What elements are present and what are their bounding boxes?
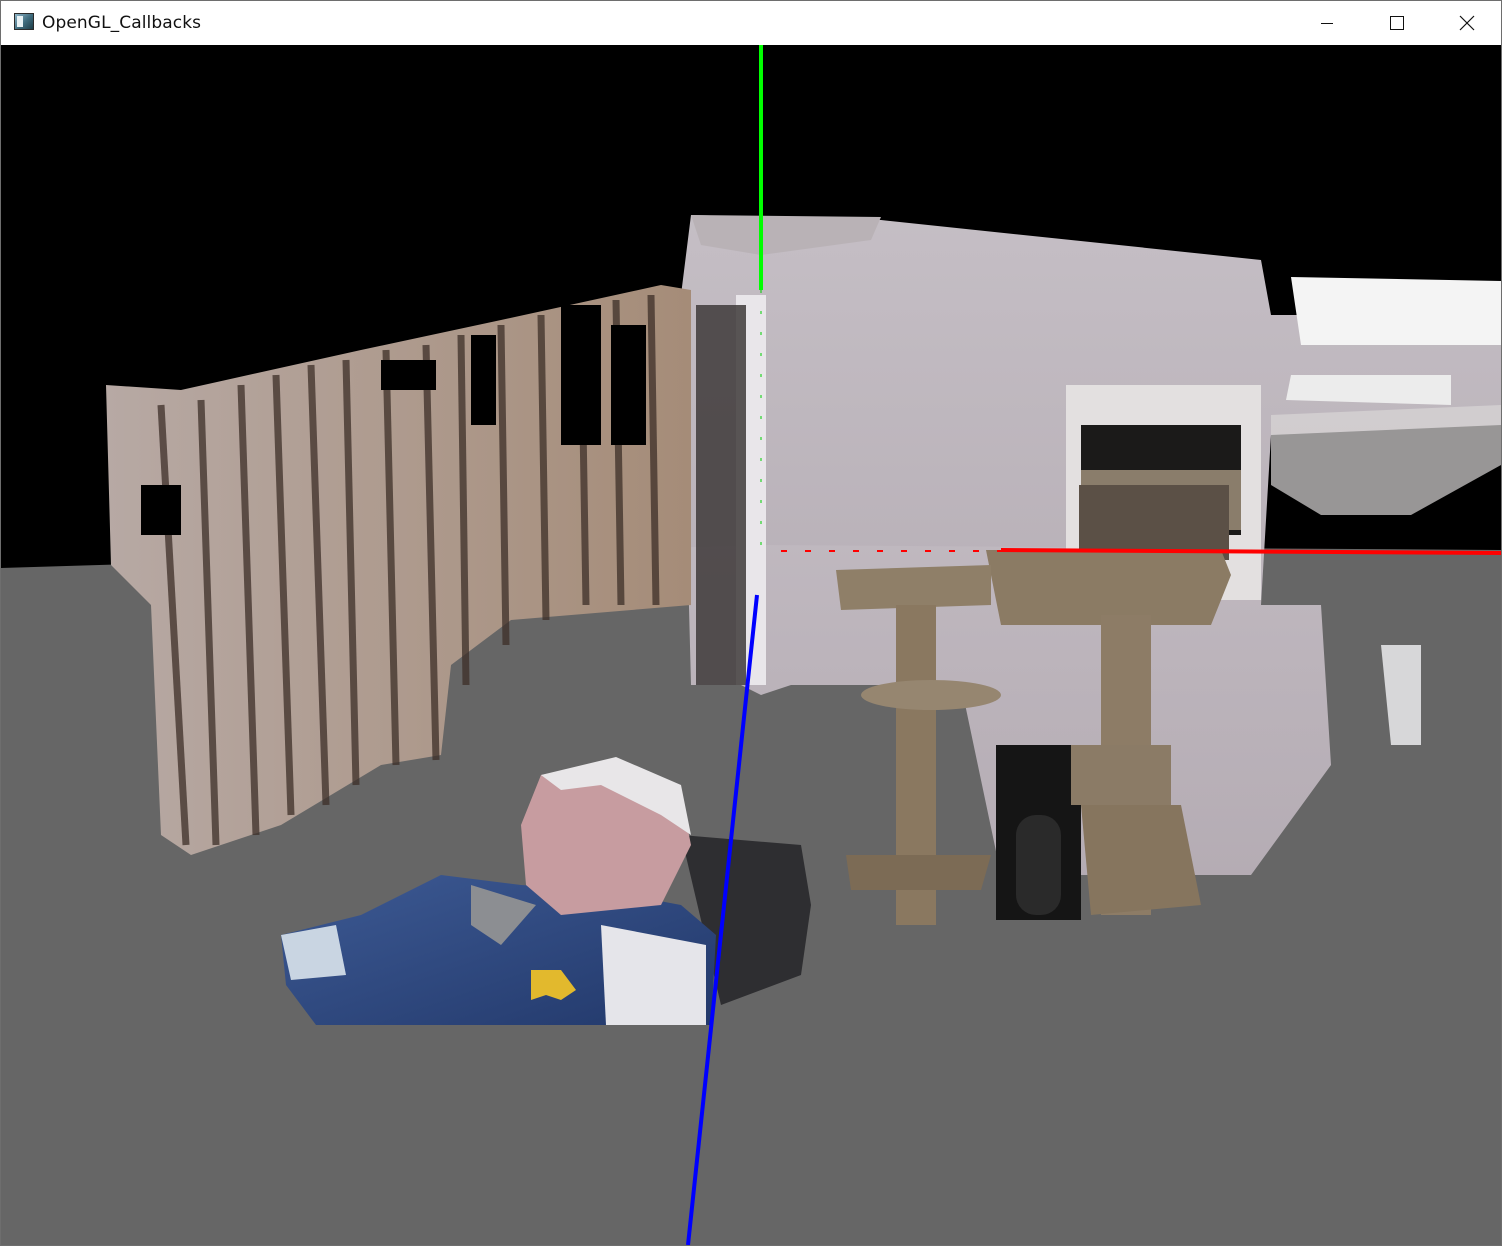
maximize-icon — [1390, 16, 1404, 30]
minimize-button[interactable] — [1292, 1, 1362, 45]
close-button[interactable] — [1432, 1, 1501, 45]
app-window: OpenGL_Callbacks — [0, 0, 1502, 1246]
maximize-button[interactable] — [1362, 1, 1432, 45]
point-cloud-scene — [1, 45, 1501, 1245]
minimize-icon — [1321, 23, 1333, 24]
window-title: OpenGL_Callbacks — [42, 13, 202, 33]
opengl-viewport[interactable] — [1, 45, 1501, 1245]
opengl-app-icon[interactable] — [14, 13, 34, 30]
title-bar[interactable]: OpenGL_Callbacks — [1, 1, 1501, 45]
close-icon — [1459, 15, 1475, 31]
